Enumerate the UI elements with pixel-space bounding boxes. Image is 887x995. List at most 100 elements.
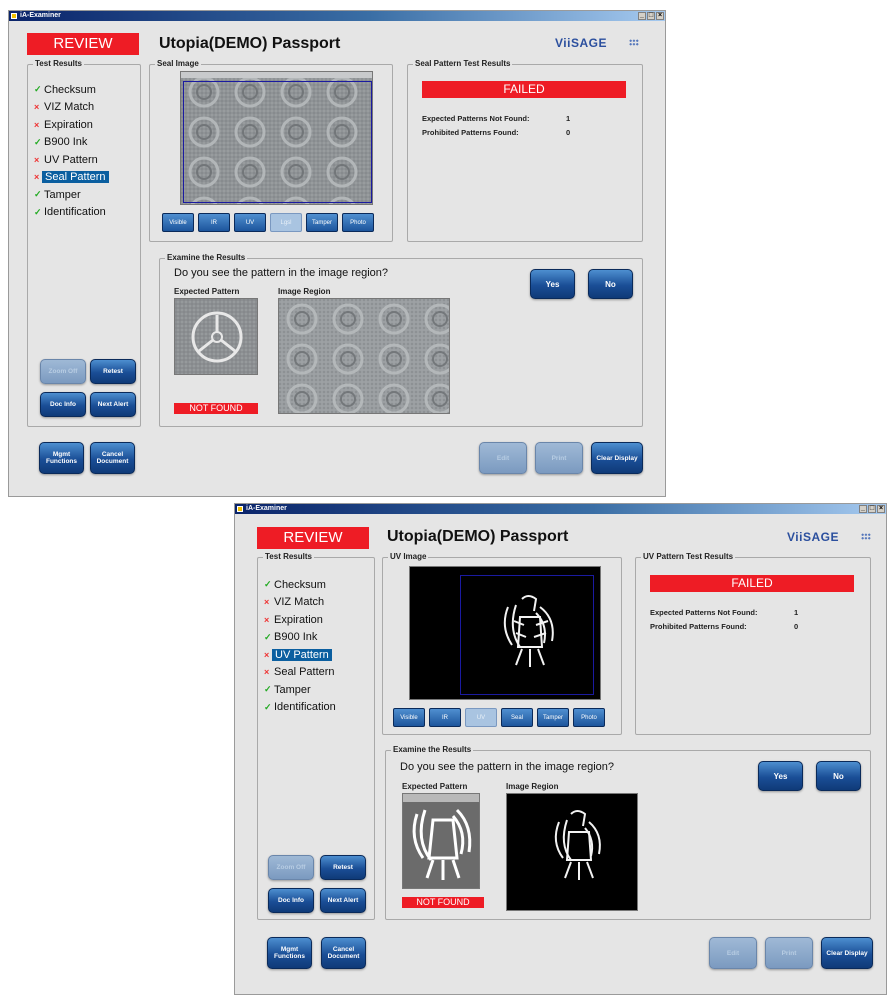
fail-x-icon: ×	[264, 614, 270, 625]
yes-button[interactable]: Yes	[530, 269, 575, 299]
expected-pattern-image	[174, 298, 258, 375]
image-mode-visible-button[interactable]: Visible	[162, 213, 194, 232]
clear-display-button[interactable]: Clear Display	[591, 442, 643, 474]
examine-panel: Examine the Results Do you see the patte…	[159, 253, 643, 427]
test-item-viz-match[interactable]: × VIZ Match	[262, 594, 370, 612]
test-results-panel: Test Results ✓ Checksum × VIZ Match × Expirat…	[27, 59, 141, 427]
test-item-seal-pattern[interactable]: × Seal Pattern	[262, 664, 370, 682]
image-mode-uv-button[interactable]: UV	[234, 213, 266, 232]
cancel-document-button[interactable]: Cancel Document	[90, 442, 135, 474]
test-item-label: Expiration	[44, 118, 93, 131]
next-alert-button[interactable]: Next Alert	[90, 392, 136, 417]
close-button[interactable]: ×	[877, 505, 885, 513]
no-button[interactable]: No	[816, 761, 861, 791]
results-panel: Seal Pattern Test Results FAILED Expecte…	[407, 59, 643, 242]
test-item-label: Identification	[274, 701, 336, 714]
edit-button[interactable]: Edit	[709, 937, 757, 969]
test-item-label: Checksum	[274, 578, 326, 591]
image-mode-seal-button[interactable]: Seal	[501, 708, 533, 727]
test-results-label: Test Results	[33, 59, 84, 68]
image-panel-label: Seal Image	[155, 59, 201, 68]
close-button[interactable]: ×	[656, 12, 664, 20]
stat-label-not-found: Expected Patterns Not Found:	[650, 608, 758, 617]
image-panel: Seal Image Visible IR UV Lgsl Tamper Photo	[149, 59, 393, 242]
retest-button[interactable]: Retest	[320, 855, 366, 880]
test-item-uv-pattern[interactable]: × UV Pattern	[262, 646, 370, 664]
test-item-viz-match[interactable]: × VIZ Match	[32, 99, 136, 117]
examine-panel: Examine the Results Do you see the patte…	[385, 745, 871, 920]
stat-label-prohibited: Prohibited Patterns Found:	[422, 128, 519, 137]
image-mode-photo-button[interactable]: Photo	[573, 708, 605, 727]
image-mode-lgsl-button[interactable]: Lgsl	[270, 213, 302, 232]
document-image-viewer[interactable]	[180, 71, 373, 205]
fail-x-icon: ×	[34, 154, 40, 165]
image-mode-visible-button[interactable]: Visible	[393, 708, 425, 727]
image-mode-ir-button[interactable]: IR	[198, 213, 230, 232]
maximize-button[interactable]: □	[647, 12, 655, 20]
test-item-identification[interactable]: ✓ Identification	[262, 699, 370, 717]
test-item-b900-ink[interactable]: ✓ B900 Ink	[32, 134, 136, 152]
print-button[interactable]: Print	[535, 442, 583, 474]
test-item-checksum[interactable]: ✓ Checksum	[262, 576, 370, 594]
test-item-expiration[interactable]: × Expiration	[32, 116, 136, 134]
fail-x-icon: ×	[264, 667, 270, 678]
minimize-button[interactable]: _	[638, 12, 646, 20]
zoom-off-button[interactable]: Zoom Off	[268, 855, 314, 880]
test-item-checksum[interactable]: ✓ Checksum	[32, 81, 136, 99]
zoom-off-button[interactable]: Zoom Off	[40, 359, 86, 384]
test-item-tamper[interactable]: ✓ Tamper	[32, 186, 136, 204]
test-results-list: ✓ Checksum × VIZ Match × Expiration ✓ B900 Ink ×…	[262, 576, 370, 716]
test-item-label: Tamper	[274, 683, 311, 696]
image-mode-photo-button[interactable]: Photo	[342, 213, 374, 232]
mgmt-functions-button[interactable]: Mgmt Functions	[39, 442, 84, 474]
test-item-expiration[interactable]: × Expiration	[262, 611, 370, 629]
mgmt-functions-button[interactable]: Mgmt Functions	[267, 937, 312, 969]
image-mode-tamper-button[interactable]: Tamper	[537, 708, 569, 727]
document-image-viewer[interactable]	[409, 566, 601, 700]
minimize-button[interactable]: _	[859, 505, 867, 513]
test-item-label: Seal Pattern	[42, 171, 109, 184]
edit-button[interactable]: Edit	[479, 442, 527, 474]
company-logo: ViiSAGE	[787, 530, 839, 544]
stat-label-not-found: Expected Patterns Not Found:	[422, 114, 530, 123]
pass-check-icon: ✓	[264, 701, 272, 712]
test-results-panel: Test Results ✓ Checksum × VIZ Match × Expirat…	[257, 552, 375, 920]
test-results-list: ✓ Checksum × VIZ Match × Expiration ✓ B900 Ink ×…	[32, 81, 136, 221]
fail-x-icon: ×	[34, 119, 40, 130]
window-title: iA-Examiner	[20, 12, 61, 19]
next-alert-button[interactable]: Next Alert	[320, 888, 366, 913]
logo-dots-icon	[861, 533, 871, 540]
retest-button[interactable]: Retest	[90, 359, 136, 384]
stat-value-not-found: 1	[794, 608, 799, 617]
expected-pattern-label: Expected Pattern	[174, 287, 240, 296]
cancel-document-button[interactable]: Cancel Document	[321, 937, 366, 969]
yes-button[interactable]: Yes	[758, 761, 803, 791]
test-item-label: UV Pattern	[44, 153, 98, 166]
results-panel-label: Seal Pattern Test Results	[413, 59, 513, 68]
test-item-label: Tamper	[44, 188, 81, 201]
no-button[interactable]: No	[588, 269, 633, 299]
test-item-identification[interactable]: ✓ Identification	[32, 204, 136, 222]
test-item-uv-pattern[interactable]: × UV Pattern	[32, 151, 136, 169]
window-titlebar[interactable]: iA-Examiner _ □ ×	[9, 11, 665, 21]
test-item-tamper[interactable]: ✓ Tamper	[262, 681, 370, 699]
test-item-seal-pattern[interactable]: × Seal Pattern	[32, 169, 136, 187]
results-panel-label: UV Pattern Test Results	[641, 552, 736, 561]
test-item-label: Seal Pattern	[274, 666, 335, 679]
clear-display-button[interactable]: Clear Display	[821, 937, 873, 969]
test-item-label: VIZ Match	[44, 101, 95, 114]
doc-info-button[interactable]: Doc Info	[40, 392, 86, 417]
image-mode-uv-button[interactable]: UV	[465, 708, 497, 727]
test-results-label: Test Results	[263, 552, 314, 561]
maximize-button[interactable]: □	[868, 505, 876, 513]
window-titlebar[interactable]: iA-Examiner _ □ ×	[235, 504, 886, 514]
pass-check-icon: ✓	[34, 206, 42, 217]
print-button[interactable]: Print	[765, 937, 813, 969]
window-title: iA-Examiner	[246, 505, 287, 512]
test-item-label: VIZ Match	[274, 596, 325, 609]
image-mode-ir-button[interactable]: IR	[429, 708, 461, 727]
result-status-badge: FAILED	[422, 81, 626, 98]
image-mode-tamper-button[interactable]: Tamper	[306, 213, 338, 232]
doc-info-button[interactable]: Doc Info	[268, 888, 314, 913]
test-item-b900-ink[interactable]: ✓ B900 Ink	[262, 629, 370, 647]
